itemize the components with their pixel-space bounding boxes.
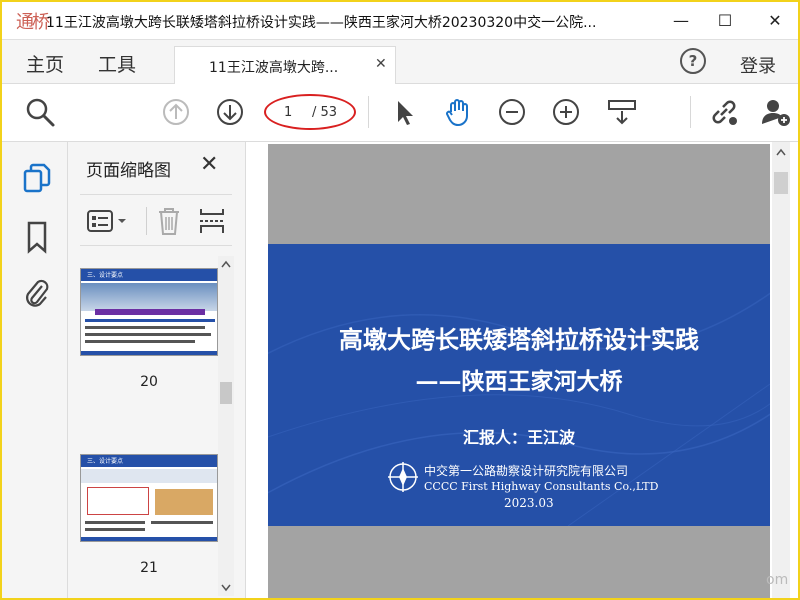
- thumbnail-line: [85, 326, 205, 329]
- close-window-button[interactable]: ✕: [750, 2, 798, 38]
- document-tab[interactable]: 11王江波高墩大跨... ✕: [174, 46, 396, 84]
- help-button[interactable]: ?: [680, 48, 706, 74]
- thumbnail-bar: [95, 309, 205, 315]
- tab-home[interactable]: 主页: [26, 50, 64, 77]
- thumbnail-heading: 三、设计要点: [87, 272, 124, 279]
- next-page-icon[interactable]: [214, 96, 246, 128]
- thumbnail-scrollbar[interactable]: [218, 256, 234, 596]
- thumbnail-toolbar-divider: [146, 207, 147, 235]
- thumbnail-line: [151, 521, 213, 524]
- thumbnail-footer-bar: [81, 537, 217, 541]
- document-scrollbar[interactable]: [772, 142, 790, 598]
- attachment-icon[interactable]: [22, 276, 52, 310]
- page-indicator[interactable]: 1 / 53: [264, 94, 356, 130]
- scroll-down-icon[interactable]: [221, 584, 231, 592]
- previous-page-icon[interactable]: [160, 96, 192, 128]
- tab-bar: 主页 工具 11王江波高墩大跨... ✕ ? 登录: [2, 40, 798, 84]
- previous-page-area: [268, 144, 770, 244]
- document-view: 高墩大跨长联矮塔斜拉桥设计实践 ——陕西王家河大桥 汇报人：王江波 中交第一公路…: [246, 142, 798, 598]
- close-panel-icon[interactable]: ✕: [200, 152, 218, 177]
- thumbnail-page-number: 20: [140, 374, 158, 390]
- extract-page-icon[interactable]: [198, 206, 226, 236]
- document-tab-label: 11王江波高墩大跨...: [209, 60, 339, 76]
- search-icon[interactable]: [24, 96, 56, 128]
- window-title: 11王江波高墩大跨长联矮塔斜拉桥设计实践——陕西王家河大桥20230320中交一…: [46, 15, 597, 31]
- thumbnail-line: [85, 319, 215, 322]
- highlight-ellipse: [264, 94, 356, 130]
- thumbnail-footer-bar: [81, 351, 217, 355]
- app-window: 通桥 11王江波高墩大跨长联矮塔斜拉桥设计实践——陕西王家河大桥20230320…: [0, 0, 800, 600]
- select-cursor-icon[interactable]: [388, 96, 420, 128]
- toolbar-divider: [368, 96, 369, 128]
- cccc-logo-icon: [388, 462, 418, 492]
- add-user-icon[interactable]: [760, 96, 792, 128]
- tab-tools[interactable]: 工具: [98, 50, 136, 77]
- close-tab-icon[interactable]: ✕: [375, 56, 387, 72]
- thumbnail-options-icon[interactable]: [86, 208, 134, 234]
- thumbnail-textbox: [87, 487, 149, 515]
- slide-page: 高墩大跨长联矮塔斜拉桥设计实践 ——陕西王家河大桥 汇报人：王江波 中交第一公路…: [268, 244, 770, 526]
- thumbnail-page[interactable]: 三、设计要点: [80, 454, 218, 542]
- main-toolbar: 1 / 53: [2, 84, 798, 142]
- thumbnail-line: [85, 521, 145, 524]
- delete-page-icon[interactable]: [156, 206, 182, 236]
- page-current-input[interactable]: 1: [284, 105, 292, 120]
- minimize-button[interactable]: —: [656, 2, 706, 38]
- maximize-button[interactable]: ☐: [700, 2, 750, 38]
- thumbnail-toolbar: [80, 194, 232, 246]
- toolbar-divider: [690, 96, 691, 128]
- bookmark-icon[interactable]: [22, 220, 52, 254]
- share-link-icon[interactable]: [708, 96, 740, 128]
- slide-reporter: 汇报人：王江波: [462, 428, 575, 447]
- thumbnail-line: [85, 528, 145, 531]
- organization-name-cn: 中交第一公路勘察设计研究院有限公司: [424, 464, 629, 478]
- scroll-up-icon[interactable]: [221, 260, 231, 268]
- slide-date: 2023.03: [504, 496, 554, 510]
- scroll-up-icon[interactable]: [776, 148, 786, 156]
- slide-subtitle: ——陕西王家河大桥: [415, 368, 623, 395]
- thumbnail-page-number: 21: [140, 560, 158, 576]
- left-rail: [2, 142, 68, 598]
- zoom-in-icon[interactable]: [550, 96, 582, 128]
- panel-title: 页面缩略图: [86, 161, 171, 181]
- thumbnail-image: [155, 489, 213, 515]
- thumbnail-line: [85, 333, 211, 336]
- slide-title: 高墩大跨长联矮塔斜拉桥设计实践: [339, 325, 699, 354]
- thumbnail-diagram: [81, 469, 217, 483]
- hand-tool-icon[interactable]: [442, 96, 474, 128]
- page-thumbnails-icon[interactable]: [22, 162, 52, 196]
- thumbnail-image: [81, 283, 217, 311]
- watermark-text: om: [766, 572, 789, 588]
- scrollbar-thumb[interactable]: [774, 172, 788, 194]
- organization-name-en: CCCC First Highway Consultants Co.,LTD: [424, 480, 659, 493]
- login-button[interactable]: 登录: [740, 52, 776, 78]
- thumbnail-page[interactable]: 三、设计要点: [80, 268, 218, 356]
- thumbnail-panel: 页面缩略图 ✕ 三、设计要点 20 三、设计要点 21: [68, 142, 246, 598]
- page-total: / 53: [312, 105, 338, 120]
- title-bar: 通桥 11王江波高墩大跨长联矮塔斜拉桥设计实践——陕西王家河大桥20230320…: [2, 2, 798, 40]
- next-page-area: [268, 526, 770, 598]
- scrollbar-thumb[interactable]: [220, 382, 232, 404]
- zoom-out-icon[interactable]: [496, 96, 528, 128]
- thumbnail-heading: 三、设计要点: [87, 458, 124, 465]
- fit-page-icon[interactable]: [606, 96, 638, 128]
- thumbnail-line: [85, 340, 195, 343]
